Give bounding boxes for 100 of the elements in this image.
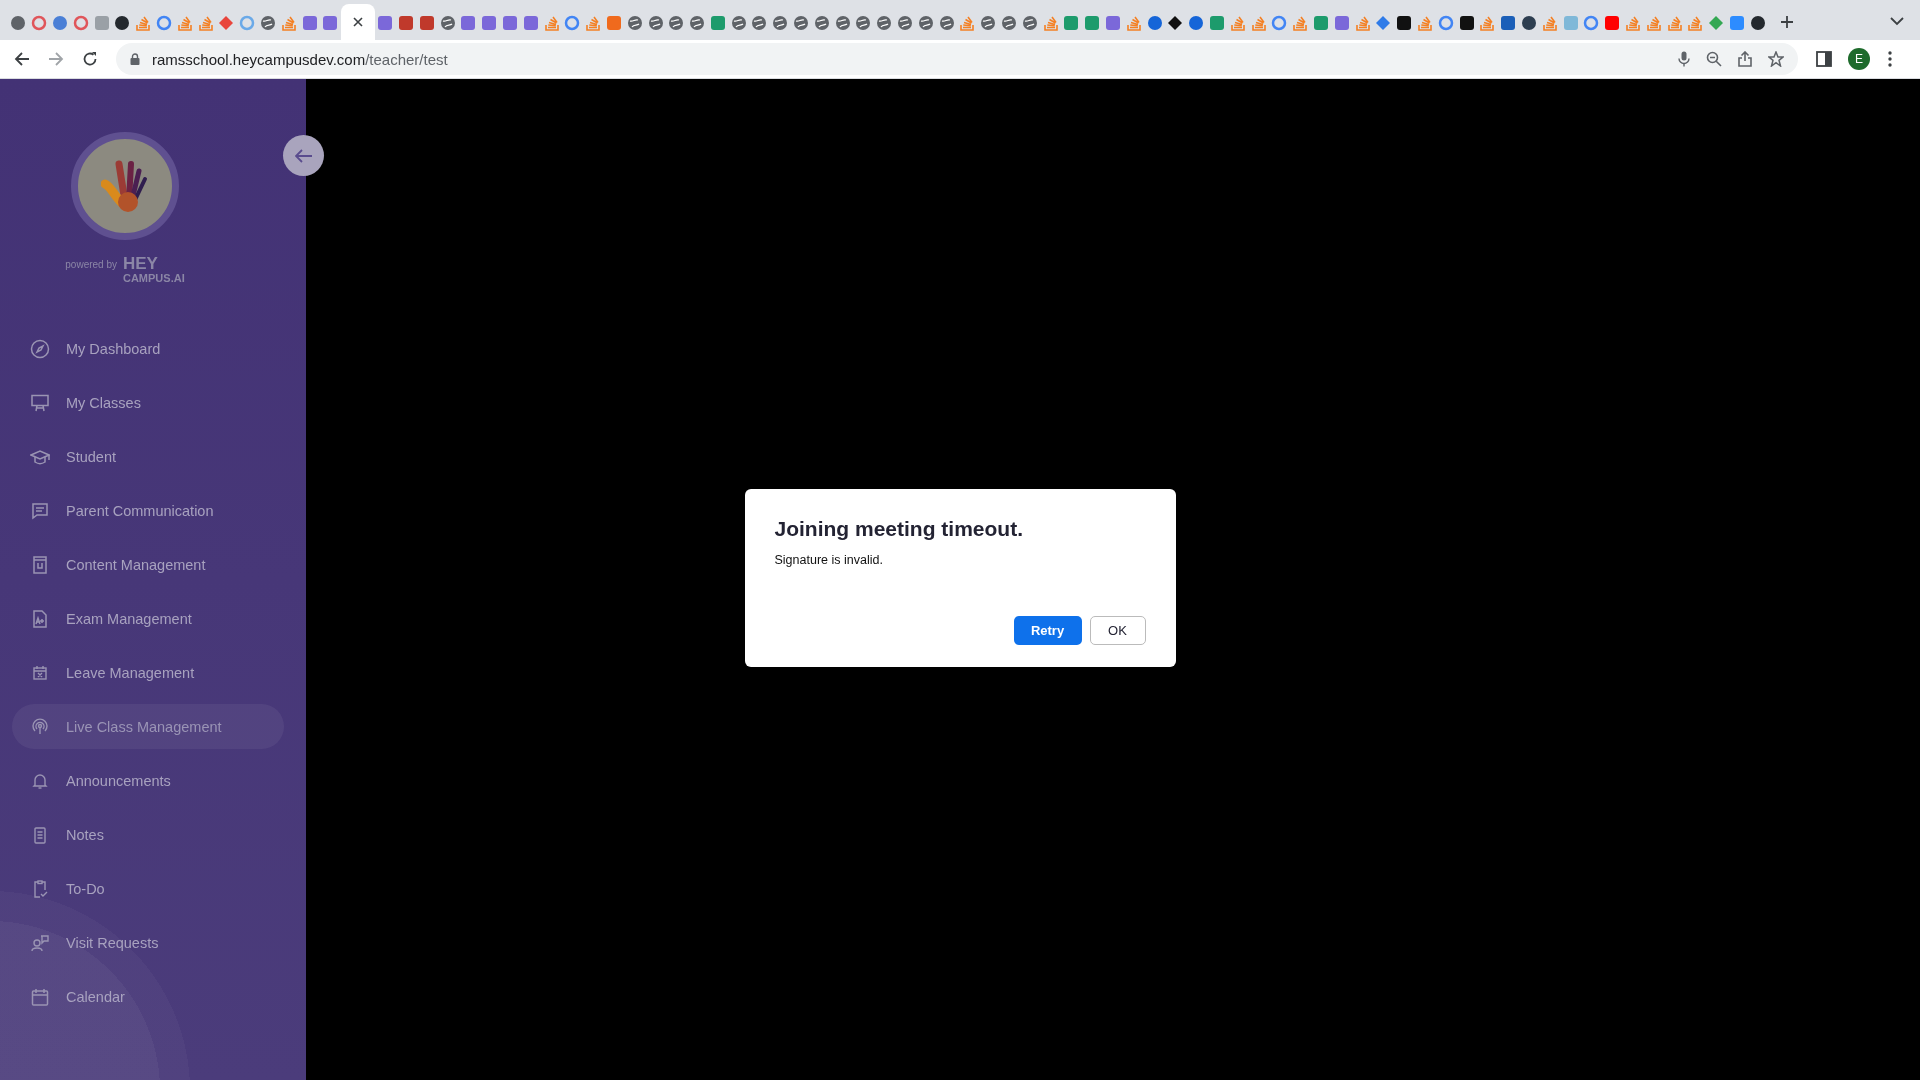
stack-icon [959, 15, 976, 31]
square-icon [709, 15, 726, 31]
globe-icon [730, 15, 747, 31]
circle-icon [10, 15, 27, 31]
board-icon [30, 392, 50, 413]
square-icon [301, 15, 318, 31]
globe-icon [439, 15, 456, 31]
stack-icon [1125, 15, 1142, 31]
globe-icon [259, 15, 276, 31]
square-icon [460, 15, 477, 31]
ring-icon [239, 15, 256, 31]
circle-icon [1146, 15, 1163, 31]
globe-icon [689, 15, 706, 31]
forward-arrow-icon[interactable] [48, 51, 64, 67]
share-icon[interactable] [1738, 51, 1752, 67]
stack-icon [1292, 15, 1309, 31]
sidebar-item[interactable]: Student [12, 434, 284, 479]
stack-icon [1624, 15, 1641, 31]
stack-icon [1042, 15, 1059, 31]
circle-icon [1749, 15, 1766, 31]
square-icon [93, 15, 110, 31]
diamond-icon [1167, 15, 1184, 31]
sidebar-item[interactable]: Leave Management [12, 650, 284, 695]
close-icon[interactable] [352, 17, 363, 27]
ring-icon [1271, 15, 1288, 31]
sidebar-item[interactable]: To-Do [12, 866, 284, 911]
stack-icon [135, 15, 152, 31]
globe-icon [876, 15, 893, 31]
stack-icon [1479, 15, 1496, 31]
address-bar[interactable]: ramsschool.heycampusdev.com/teacher/test [116, 43, 1798, 75]
ok-button[interactable]: OK [1089, 615, 1146, 645]
square-icon [522, 15, 539, 31]
dialog-message: Signature is invalid. [774, 552, 884, 567]
stack-icon [1666, 15, 1683, 31]
square-icon [1500, 15, 1517, 31]
sidebar-item[interactable]: My Dashboard [12, 326, 284, 371]
dashboard-icon [30, 338, 50, 359]
reload-icon[interactable] [82, 51, 98, 67]
circle-icon [1520, 15, 1537, 31]
square-icon [605, 15, 622, 31]
stack-icon [1229, 15, 1246, 31]
ring-icon [72, 15, 89, 31]
book-icon [30, 554, 50, 575]
sidebar-item[interactable]: Notes [12, 812, 284, 857]
globe-icon [1001, 15, 1018, 31]
globe-icon [626, 15, 643, 31]
sidebar-item[interactable]: Visit Requests [12, 920, 284, 965]
stack-icon [543, 15, 560, 31]
globe-icon [938, 15, 955, 31]
dialog-title: Joining meeting timeout. [774, 516, 1024, 541]
powered-by-label: powered by [65, 259, 117, 270]
ring-icon [155, 15, 172, 31]
chat-icon [30, 500, 50, 521]
square-icon [1728, 15, 1745, 31]
globe-icon [751, 15, 768, 31]
stack-icon [1417, 15, 1433, 31]
globe-icon [834, 15, 851, 31]
sidebar-item[interactable]: Announcements [12, 758, 284, 803]
zoom-out-icon[interactable] [1706, 51, 1722, 67]
globe-icon [980, 15, 997, 31]
square-icon [1562, 15, 1579, 31]
ring-icon [31, 15, 48, 31]
lock-icon [130, 53, 140, 65]
star-icon[interactable] [1768, 51, 1784, 67]
square-icon [397, 15, 414, 31]
globe-icon [897, 15, 914, 31]
calendar-icon [30, 986, 50, 1007]
square-icon [1333, 15, 1350, 31]
square-icon [501, 15, 518, 31]
globe-icon [917, 15, 934, 31]
brand-name: HEY [123, 255, 159, 272]
sidebar-item[interactable]: My Classes [12, 380, 284, 425]
circle-icon [1188, 15, 1205, 31]
square-icon [481, 15, 498, 31]
side-panel-icon[interactable] [1816, 51, 1832, 67]
ring-icon [1583, 15, 1600, 31]
stack-icon [1541, 15, 1558, 31]
plus-icon[interactable] [1780, 15, 1795, 29]
globe-icon [793, 15, 810, 31]
square-icon [322, 15, 339, 31]
microphone-icon[interactable] [1678, 51, 1690, 67]
sidebar-item[interactable]: Live Class Management [12, 704, 284, 749]
sidebar-item[interactable]: Content Management [12, 542, 284, 587]
profile-avatar[interactable]: E [1848, 48, 1870, 70]
url-text: ramsschool.heycampusdev.com/teacher/test [152, 50, 448, 68]
back-arrow-icon[interactable] [14, 51, 30, 67]
visit-icon [30, 932, 50, 953]
diamond-icon [218, 15, 235, 31]
square-icon [1105, 15, 1122, 31]
sidebar-item[interactable]: Calendar [12, 974, 284, 1019]
retry-button[interactable]: Retry [1013, 615, 1082, 645]
square-icon [1396, 15, 1413, 31]
square-icon [1084, 15, 1101, 31]
globe-icon [772, 15, 789, 31]
sidebar-item[interactable]: Parent Communication [12, 488, 284, 533]
sidebar-item[interactable]: Exam Management [12, 596, 284, 641]
stack-icon [1645, 15, 1662, 31]
diamond-icon [1375, 15, 1392, 31]
arrow-left-icon [294, 148, 313, 163]
menu-icon[interactable] [1888, 51, 1892, 67]
